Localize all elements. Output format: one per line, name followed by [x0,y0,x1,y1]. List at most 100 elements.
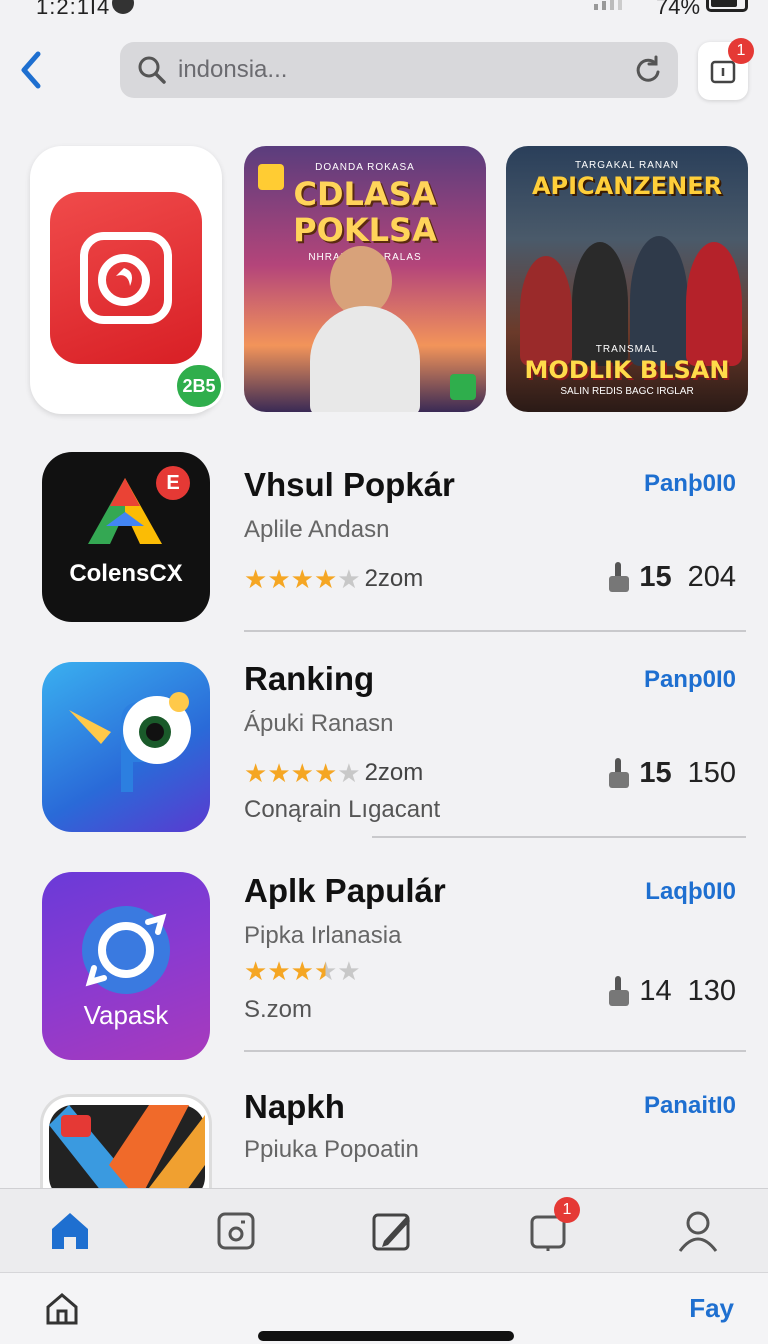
app-stat: 14 130 [607,974,736,1008]
featured-poster-2[interactable]: TARGAKAL RANAN APICANZENER TRANSMAL MODL… [506,146,748,412]
app-count-badge: 2B5 [174,362,224,410]
stat-number: 15 [639,560,672,593]
poster-title: APICANZENER [531,172,723,200]
featured-app-card[interactable]: 2B5 [30,146,224,414]
home-icon [52,1213,88,1249]
featured-poster-1[interactable]: DOANDA ROKASA CDLASA POKLSA NHRANANDA RA… [244,146,486,412]
app-icon-label: ColensCX [69,560,183,587]
star-icon: ★ [313,564,338,594]
star-icon: ★ [244,564,268,594]
search-query: indonsia... [178,56,288,83]
poster-top-text: DOANDA ROKASA [315,162,415,173]
updates-badge: 1 [554,1197,580,1223]
star-icon: ★ [267,956,291,986]
get-button[interactable]: Panþ0I0 [644,470,736,498]
camera-app-icon [50,192,202,364]
app-icon-badge: E [156,466,190,500]
star-icon: ★ [290,564,314,594]
top-bar: indonsia... 1 [0,38,768,100]
tab-updates[interactable]: 1 [520,1197,580,1259]
tab-home[interactable] [42,1203,98,1259]
app-category: Pipka Irlanasia [244,922,402,949]
star-half-icon: ★ [313,956,338,986]
home-indicator[interactable] [258,1331,514,1341]
search-input[interactable]: indonsia... [120,42,678,98]
divider [372,836,746,838]
battery-percent: 74% [656,0,701,19]
app-icon [42,662,210,832]
tab-bar: 1 [0,1188,768,1272]
app-icon: E ColensCX [42,452,210,622]
edit-icon [372,1213,410,1251]
bottom-bar: Fay [0,1272,768,1344]
star-icon: ★ [244,956,268,986]
app-name: Vhsul Popkár [244,466,455,503]
poster-tag-icon [450,374,476,400]
tab-apps[interactable] [208,1203,264,1259]
app-category: Ppiuka Popoatin [244,1136,419,1163]
status-time: 1:2:1I4 [36,0,111,19]
app-name: Ranking [244,660,375,697]
star-icon: ★ [267,564,291,594]
rating-label: 2zom [364,565,424,592]
star-empty-icon: ★ [337,956,361,986]
refresh-icon[interactable] [632,54,664,86]
app-category: Ápuki Ranasn [244,710,394,737]
app-category: Aplile Andasn [244,516,390,543]
featured-carousel: 2B5 DOANDA ROKASA CDLASA POKLSA NHRANAND… [30,146,750,416]
star-icon: ★ [313,758,338,788]
app-developer: Conąrain Lıgacant [244,796,441,823]
app-icon [40,1094,212,1194]
poster-top-text: TARGAKAL RANAN [574,160,680,171]
stat-value: 150 [687,756,736,789]
star-icon: ★ [290,956,314,986]
stat-value: 204 [687,560,736,593]
stat-value: 130 [687,974,736,1007]
star-empty-icon: ★ [337,564,361,594]
star-icon: ★ [267,758,291,788]
app-box-icon [217,1212,255,1250]
download-icon [609,562,630,592]
star-icon: ★ [290,758,314,788]
app-stat: 15 204 [607,560,736,594]
app-icon: Vapask [42,872,210,1060]
downloads-button[interactable]: 1 [698,38,754,100]
poster-bottom-top: TRANSMAL [595,344,659,355]
download-icon [609,758,630,788]
stat-number: 14 [639,974,672,1007]
battery-icon [706,0,748,12]
rating-stars: ★ ★ ★ ★ ★ 2zom [244,758,424,788]
location-icon [112,0,134,14]
tab-edit[interactable] [364,1203,420,1259]
search-icon [138,56,166,84]
rating-stars: ★ ★ ★ ★ ★ 2zom [244,564,424,594]
stat-number: 15 [639,756,672,789]
tab-profile[interactable] [670,1203,726,1259]
rating-label: 2zom [364,759,424,786]
download-icon [609,976,630,1006]
poster-bottom-title: MODLIK BLSAN [524,356,730,384]
poster-bottom-subtitle: SALIN REDIS BAGC IRGLAR [560,386,694,397]
user-icon [678,1211,718,1252]
app-rating-count: S.zom [244,996,313,1023]
notification-badge: 1 [728,38,754,64]
star-icon: ★ [244,758,268,788]
star-empty-icon: ★ [337,758,361,788]
rating-stars: ★ ★ ★ ★ ★ [244,958,361,984]
app-name: Napkh [244,1088,345,1125]
status-bar: 1:2:1I4 74% [0,0,768,22]
get-button[interactable]: Panp0I0 [644,666,736,694]
divider [244,630,746,632]
home-outline-icon[interactable] [44,1291,80,1327]
back-button[interactable] [14,46,48,94]
poster-person-body [310,306,420,412]
bottom-link[interactable]: Fay [689,1293,734,1324]
app-name: Aplk Papulár [244,872,446,909]
get-button[interactable]: Laqþ0I0 [645,878,736,906]
divider [244,1050,746,1052]
app-stat: 15 150 [607,756,736,790]
get-button[interactable]: PanaitI0 [644,1092,736,1120]
chevron-left-icon [21,51,41,89]
app-icon-label: Vapask [83,1000,169,1030]
poster-title: CDLASA POKLSA [293,175,437,249]
